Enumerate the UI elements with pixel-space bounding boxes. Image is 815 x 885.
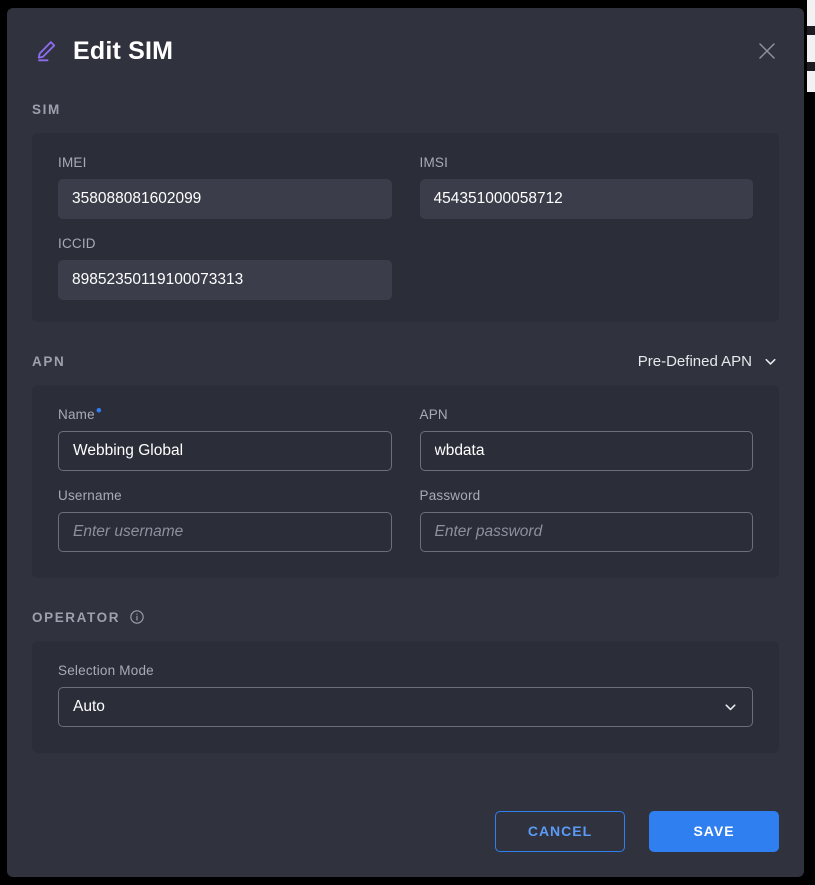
sim-row-2: ICCID — [58, 236, 753, 300]
chevron-down-icon — [762, 353, 779, 370]
imsi-field-group: IMSI — [420, 155, 754, 219]
apn-name-input[interactable] — [58, 431, 392, 471]
edit-sim-modal: Edit SIM SIM IMEI IMSI — [7, 8, 804, 877]
apn-card: Name• APN Username Password — [32, 385, 779, 578]
required-marker: • — [96, 401, 102, 420]
modal-header: Edit SIM — [7, 8, 804, 94]
imei-label: IMEI — [58, 155, 392, 170]
password-field-group: Password — [420, 488, 754, 552]
operator-row-1: Selection Mode — [58, 663, 753, 727]
password-input[interactable] — [420, 512, 754, 552]
apn-name-field-group: Name• — [58, 407, 392, 471]
section-spacer — [32, 578, 779, 602]
apn-mode-label: Pre-Defined APN — [638, 353, 752, 370]
iccid-input[interactable] — [58, 260, 392, 300]
page-title: Edit SIM — [73, 37, 173, 66]
pencil-icon — [33, 38, 59, 64]
apn-row-1: Name• APN — [58, 407, 753, 471]
username-label: Username — [58, 488, 392, 503]
apn-row-2: Username Password — [58, 488, 753, 552]
apn-mode-selector[interactable]: Pre-Defined APN — [638, 353, 779, 370]
operator-card: Selection Mode — [32, 641, 779, 753]
iccid-field-group: ICCID — [58, 236, 392, 300]
sim-row-2-spacer — [420, 236, 754, 300]
info-circle-icon[interactable] — [129, 609, 145, 625]
save-button[interactable]: SAVE — [649, 811, 779, 852]
selection-mode-field-group: Selection Mode — [58, 663, 753, 727]
apn-section-header: APN Pre-Defined APN — [32, 346, 779, 376]
cancel-button[interactable]: CANCEL — [495, 811, 625, 852]
operator-section-title: OPERATOR — [32, 609, 145, 625]
close-button[interactable] — [748, 32, 786, 70]
selection-mode-label: Selection Mode — [58, 663, 753, 678]
password-label: Password — [420, 488, 754, 503]
apn-value-input[interactable] — [420, 431, 754, 471]
imei-field-group: IMEI — [58, 155, 392, 219]
modal-title-group: Edit SIM — [33, 37, 173, 66]
username-field-group: Username — [58, 488, 392, 552]
selection-mode-select[interactable] — [58, 687, 753, 727]
sim-row-1: IMEI IMSI — [58, 155, 753, 219]
username-input[interactable] — [58, 512, 392, 552]
apn-section-title: APN — [32, 354, 65, 369]
section-spacer — [32, 322, 779, 346]
operator-section-header: OPERATOR — [32, 602, 779, 632]
sim-section-title: SIM — [32, 102, 61, 117]
background-page-strip — [807, 0, 815, 92]
modal-footer: CANCEL SAVE — [7, 785, 804, 877]
sim-card: IMEI IMSI ICCID — [32, 133, 779, 322]
background-page-tick — [807, 26, 815, 35]
iccid-label: ICCID — [58, 236, 392, 251]
apn-name-label: Name• — [58, 407, 392, 422]
apn-value-field-group: APN — [420, 407, 754, 471]
background-page-tick — [807, 62, 815, 71]
selection-mode-select-wrap — [58, 687, 753, 727]
imsi-label: IMSI — [420, 155, 754, 170]
modal-body: SIM IMEI IMSI ICCID — [7, 94, 804, 753]
close-icon — [755, 39, 779, 63]
imsi-input[interactable] — [420, 179, 754, 219]
apn-value-label: APN — [420, 407, 754, 422]
sim-section-header: SIM — [32, 94, 779, 124]
imei-input[interactable] — [58, 179, 392, 219]
